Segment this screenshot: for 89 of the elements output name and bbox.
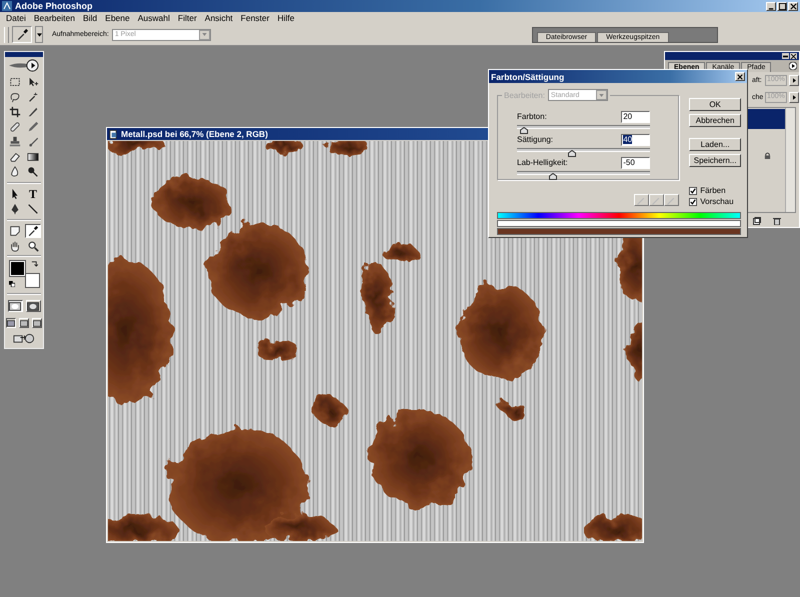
scrollbar[interactable] [785,108,795,212]
gradient-icon [27,151,39,163]
app-title: Adobe Photoshop [15,1,92,11]
panel-menu-button[interactable] [789,62,797,70]
move-icon [27,76,39,88]
slider-thumb[interactable] [520,127,528,134]
document-title: Metall.psd bei 66,7% (Ebene 2, RGB) [121,129,268,139]
wand-icon [27,91,39,103]
mask-mode-button[interactable] [8,300,22,312]
note-icon [9,225,21,237]
brush-icon [27,136,39,148]
swap-arrow-icon[interactable] [31,260,38,267]
mask-mode-button[interactable] [26,300,40,312]
triangle-icon [792,95,796,100]
fill-arrow-button[interactable] [789,92,799,103]
opacity-arrow-button[interactable] [789,75,799,86]
triangle-icon [789,62,797,70]
menu-item[interactable]: Hilfe [273,13,298,23]
menu-item[interactable]: Ebene [101,13,134,23]
tool-button[interactable] [25,224,41,238]
line-icon [27,203,39,215]
eyedropper-button[interactable] [634,194,650,206]
stamp-icon [9,136,21,148]
dialog-button[interactable]: Speichern... [689,154,741,167]
minimize-button[interactable] [782,53,789,59]
screen-mode-button[interactable] [19,318,29,328]
dialog-button[interactable]: Laden... [689,138,741,151]
eyedropper-plus-button[interactable] [649,194,664,206]
marquee-icon [9,76,21,88]
lock-icon [764,152,771,159]
tool-preset-button[interactable] [12,26,32,43]
trash-icon[interactable] [773,216,781,224]
caret-icon [598,94,604,96]
document-icon [109,130,118,138]
dialog-button[interactable]: OK [689,98,741,111]
magnifier-icon [27,240,39,252]
default-colors-icon[interactable] [9,281,15,287]
slider-label: Lab-Helligkeit: [517,158,568,167]
pen-icon [9,203,21,215]
close-button[interactable] [788,2,798,10]
checkbox[interactable]: Vorschau [689,197,741,206]
slider-label: Farbton: [517,112,547,121]
triangle-icon [792,78,796,83]
value-field[interactable]: 20 [621,110,650,122]
caret-icon [202,33,207,36]
preset-dropdown-button[interactable] [35,26,43,43]
background-color-swatch[interactable] [25,273,40,288]
close-button[interactable] [790,53,797,59]
checkbox-box[interactable] [689,186,698,194]
new-layer-icon[interactable] [753,216,761,224]
drop-icon [9,166,21,178]
mask-icon [27,302,39,310]
tool-button[interactable] [25,150,41,164]
tool-button[interactable] [7,135,23,149]
maximize-icon [778,2,786,10]
menu-item[interactable]: Datei [2,13,30,23]
tool-button[interactable] [7,105,23,119]
menu-item[interactable]: Auswahl [134,13,174,23]
slider-thumb[interactable] [549,173,558,180]
close-icon [791,54,796,58]
close-icon [790,2,796,10]
pencil-icon [27,121,39,133]
menu-item[interactable]: Bild [78,13,102,23]
dialog-title: Farbton/Sättigung [491,72,564,82]
app-icon [2,1,12,11]
foreground-color-swatch[interactable] [10,261,25,276]
screen-mode-button[interactable] [6,318,16,328]
lasso-icon [9,91,21,103]
maximize-button[interactable] [777,2,787,10]
menu-item[interactable]: Ansicht [200,13,237,23]
checkbox[interactable]: Färben [689,186,741,195]
hand-icon [9,240,21,252]
checkbox-box[interactable] [689,198,698,206]
menu-item[interactable]: Bearbeiten [30,13,79,23]
eyedropper-minus-button[interactable] [664,194,680,206]
slider-track[interactable] [517,125,650,135]
crop-icon [9,106,21,118]
menu-item[interactable]: Filter [174,13,201,23]
eraser-icon [9,151,21,163]
slider-label: Sättigung: [517,135,554,144]
screen-mode-button[interactable] [32,318,42,328]
caret-icon [36,32,42,36]
mask-icon [9,302,21,310]
tool-button[interactable]: T [25,187,41,201]
close-icon [737,74,743,80]
minimize-button[interactable] [766,2,776,10]
dialog-button[interactable]: Abbrechen [689,114,741,127]
slider-thumb[interactable] [568,150,576,157]
menu-item[interactable]: Fenster [236,13,274,23]
